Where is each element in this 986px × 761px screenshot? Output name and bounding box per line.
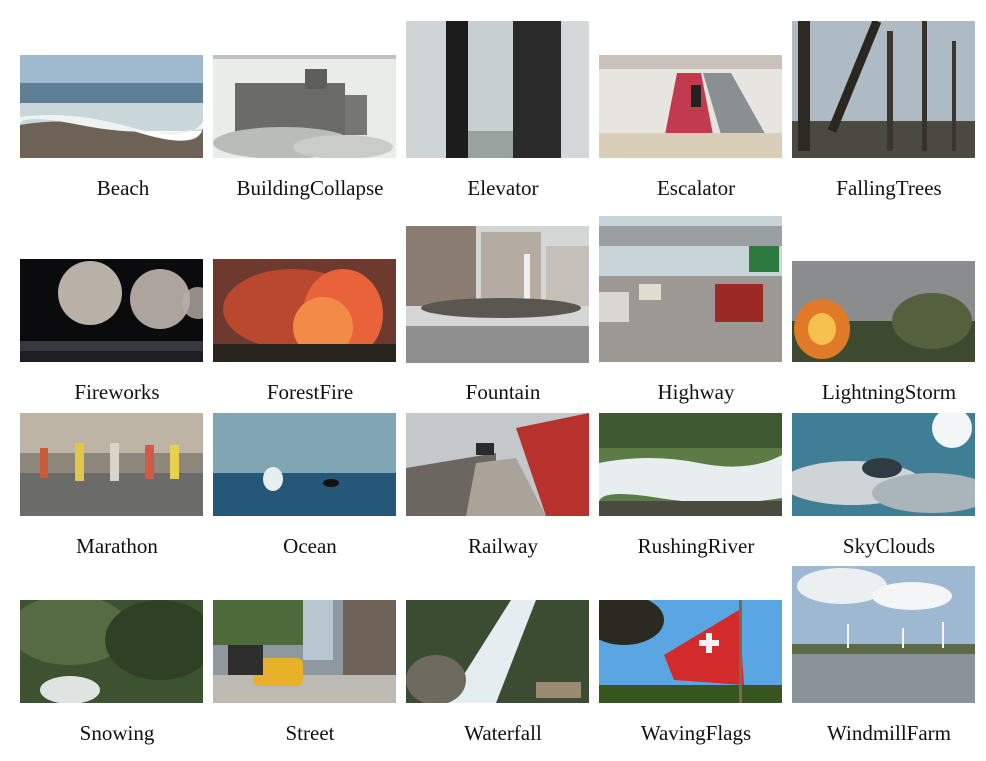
- scene-label: SkyClouds: [842, 534, 936, 558]
- escalator-image: [599, 55, 782, 158]
- marathon-image: [20, 413, 203, 516]
- lightning-storm-image: [792, 261, 975, 362]
- scene-label: Escalator: [656, 176, 736, 200]
- ocean-image: [213, 413, 396, 516]
- scene-label: Fountain: [465, 380, 541, 404]
- highway-image: [599, 216, 782, 362]
- scene-label: ForestFire: [266, 380, 354, 404]
- scene-label: BuildingCollapse: [236, 176, 384, 200]
- scene-label: Railway: [468, 534, 538, 558]
- snowing-image: [20, 600, 203, 703]
- street-image: [213, 600, 396, 703]
- scene-label: Ocean: [283, 534, 337, 558]
- beach-image: [20, 55, 203, 158]
- scene-label: Fireworks: [74, 380, 160, 404]
- waterfall-image: [406, 600, 589, 703]
- scene-grid: Beach BuildingCollapse Elevator Escalato…: [0, 0, 986, 761]
- scene-label: Elevator: [467, 176, 539, 200]
- scene-label: Snowing: [79, 721, 155, 745]
- waving-flags-image: [599, 600, 782, 703]
- fireworks-image: [20, 259, 203, 362]
- scene-label: Highway: [657, 380, 735, 404]
- scene-label: Marathon: [76, 534, 158, 558]
- scene-label: Street: [285, 721, 335, 745]
- forest-fire-image: [213, 259, 396, 362]
- scene-label: FallingTrees: [836, 176, 942, 200]
- scene-label: Beach: [96, 176, 150, 200]
- scene-label: Waterfall: [464, 721, 542, 745]
- falling-trees-image: [792, 21, 975, 158]
- rushing-river-image: [599, 413, 782, 516]
- scene-label: LightningStorm: [821, 380, 957, 404]
- fountain-image: [406, 226, 589, 363]
- elevator-image: [406, 21, 589, 158]
- scene-label: WindmillFarm: [827, 721, 951, 745]
- scene-label: WavingFlags: [640, 721, 752, 745]
- scene-label: RushingRiver: [637, 534, 755, 558]
- railway-image: [406, 413, 589, 516]
- windmill-farm-image: [792, 566, 975, 703]
- sky-clouds-image: [792, 413, 975, 516]
- building-collapse-image: [213, 55, 396, 158]
